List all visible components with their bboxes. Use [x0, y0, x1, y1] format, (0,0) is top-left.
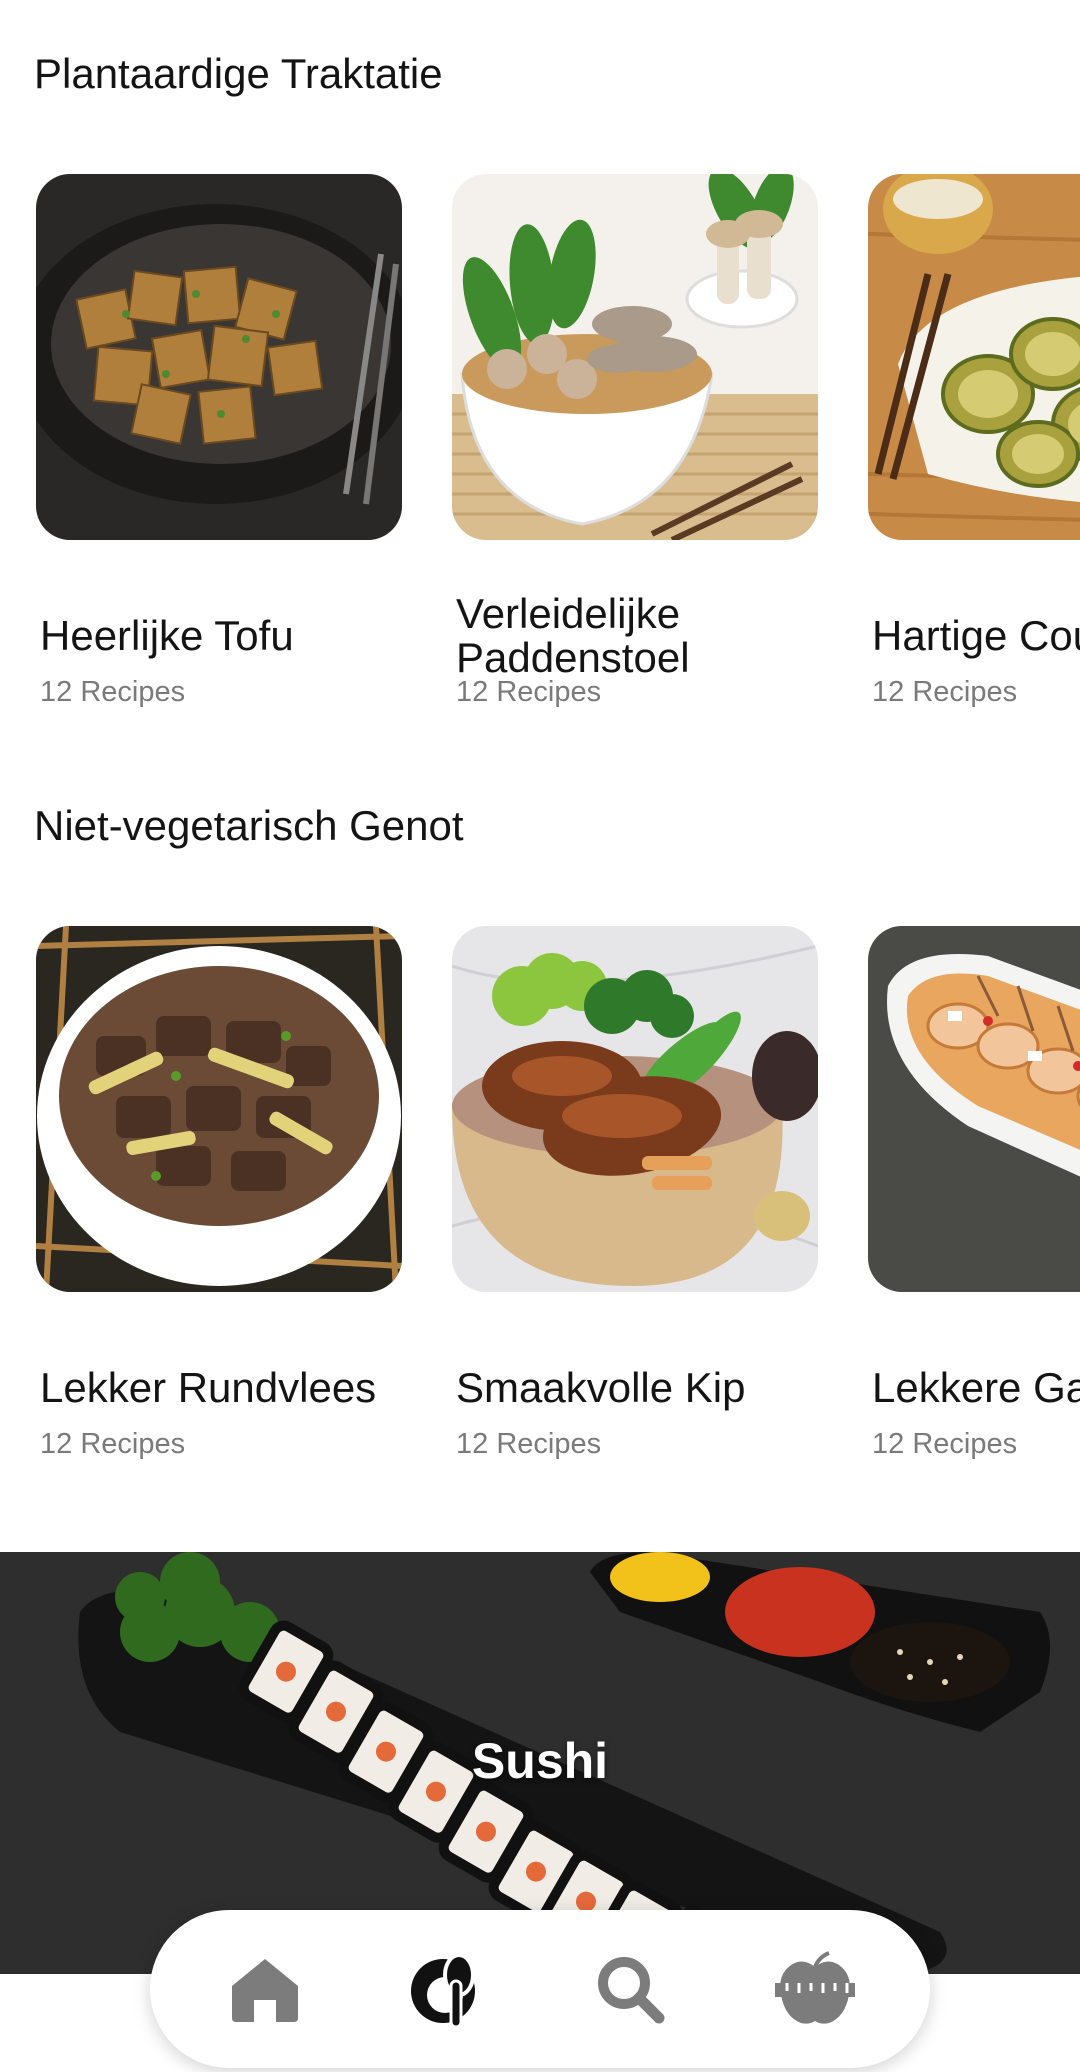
bottom-tab-bar: [150, 1910, 930, 2068]
nutrition-icon: [775, 1951, 855, 2024]
section-title-plant: Plantaardige Traktatie: [34, 50, 443, 97]
shrimp-image: [868, 926, 1080, 1292]
chicken-image: [452, 926, 818, 1292]
card-recipe-count: 12 Recipes: [456, 676, 602, 708]
beef-image: [36, 926, 402, 1292]
card-title: Lekkere Garnalen: [872, 1364, 1080, 1411]
zucchini-image: [868, 174, 1080, 540]
banner-title: Sushi: [471, 1733, 609, 1789]
tab-home[interactable]: [220, 1944, 310, 2034]
carousel-nonveg[interactable]: Lekker Rundvlees 12 Recipes Smaakvolle K…: [36, 926, 1080, 1486]
card-recipe-count: 12 Recipes: [40, 1428, 186, 1460]
card-recipe-count: 12 Recipes: [872, 1428, 1018, 1460]
mushroom-image: [452, 174, 818, 540]
section-title-nonveg: Niet-vegetarisch Genot: [34, 802, 464, 849]
tab-recipes[interactable]: [400, 1944, 490, 2034]
tab-nutrition[interactable]: [770, 1944, 860, 2034]
search-icon: [598, 1957, 665, 2024]
card-recipe-count: 12 Recipes: [40, 676, 186, 708]
card-title: Verleidelijke Paddenstoel: [456, 590, 690, 681]
card-recipe-count: 12 Recipes: [872, 676, 1018, 708]
card-title: Smaakvolle Kip: [456, 1364, 746, 1411]
tofu-image: [36, 174, 402, 540]
carousel-plant[interactable]: Heerlijke Tofu 12 Recipes Verleidelijke …: [36, 174, 1080, 734]
tab-search[interactable]: [585, 1944, 675, 2034]
card-title: Heerlijke Tofu: [40, 612, 294, 659]
home-icon: [232, 1959, 298, 2022]
recipes-icon: [411, 1953, 475, 2027]
card-recipe-count: 12 Recipes: [456, 1428, 602, 1460]
app-screen: Plantaardige Traktatie Heerlijke Tofu 12…: [0, 0, 1080, 2072]
card-title: Lekker Rundvlees: [40, 1364, 377, 1411]
card-title: Hartige Courgette: [872, 612, 1080, 659]
